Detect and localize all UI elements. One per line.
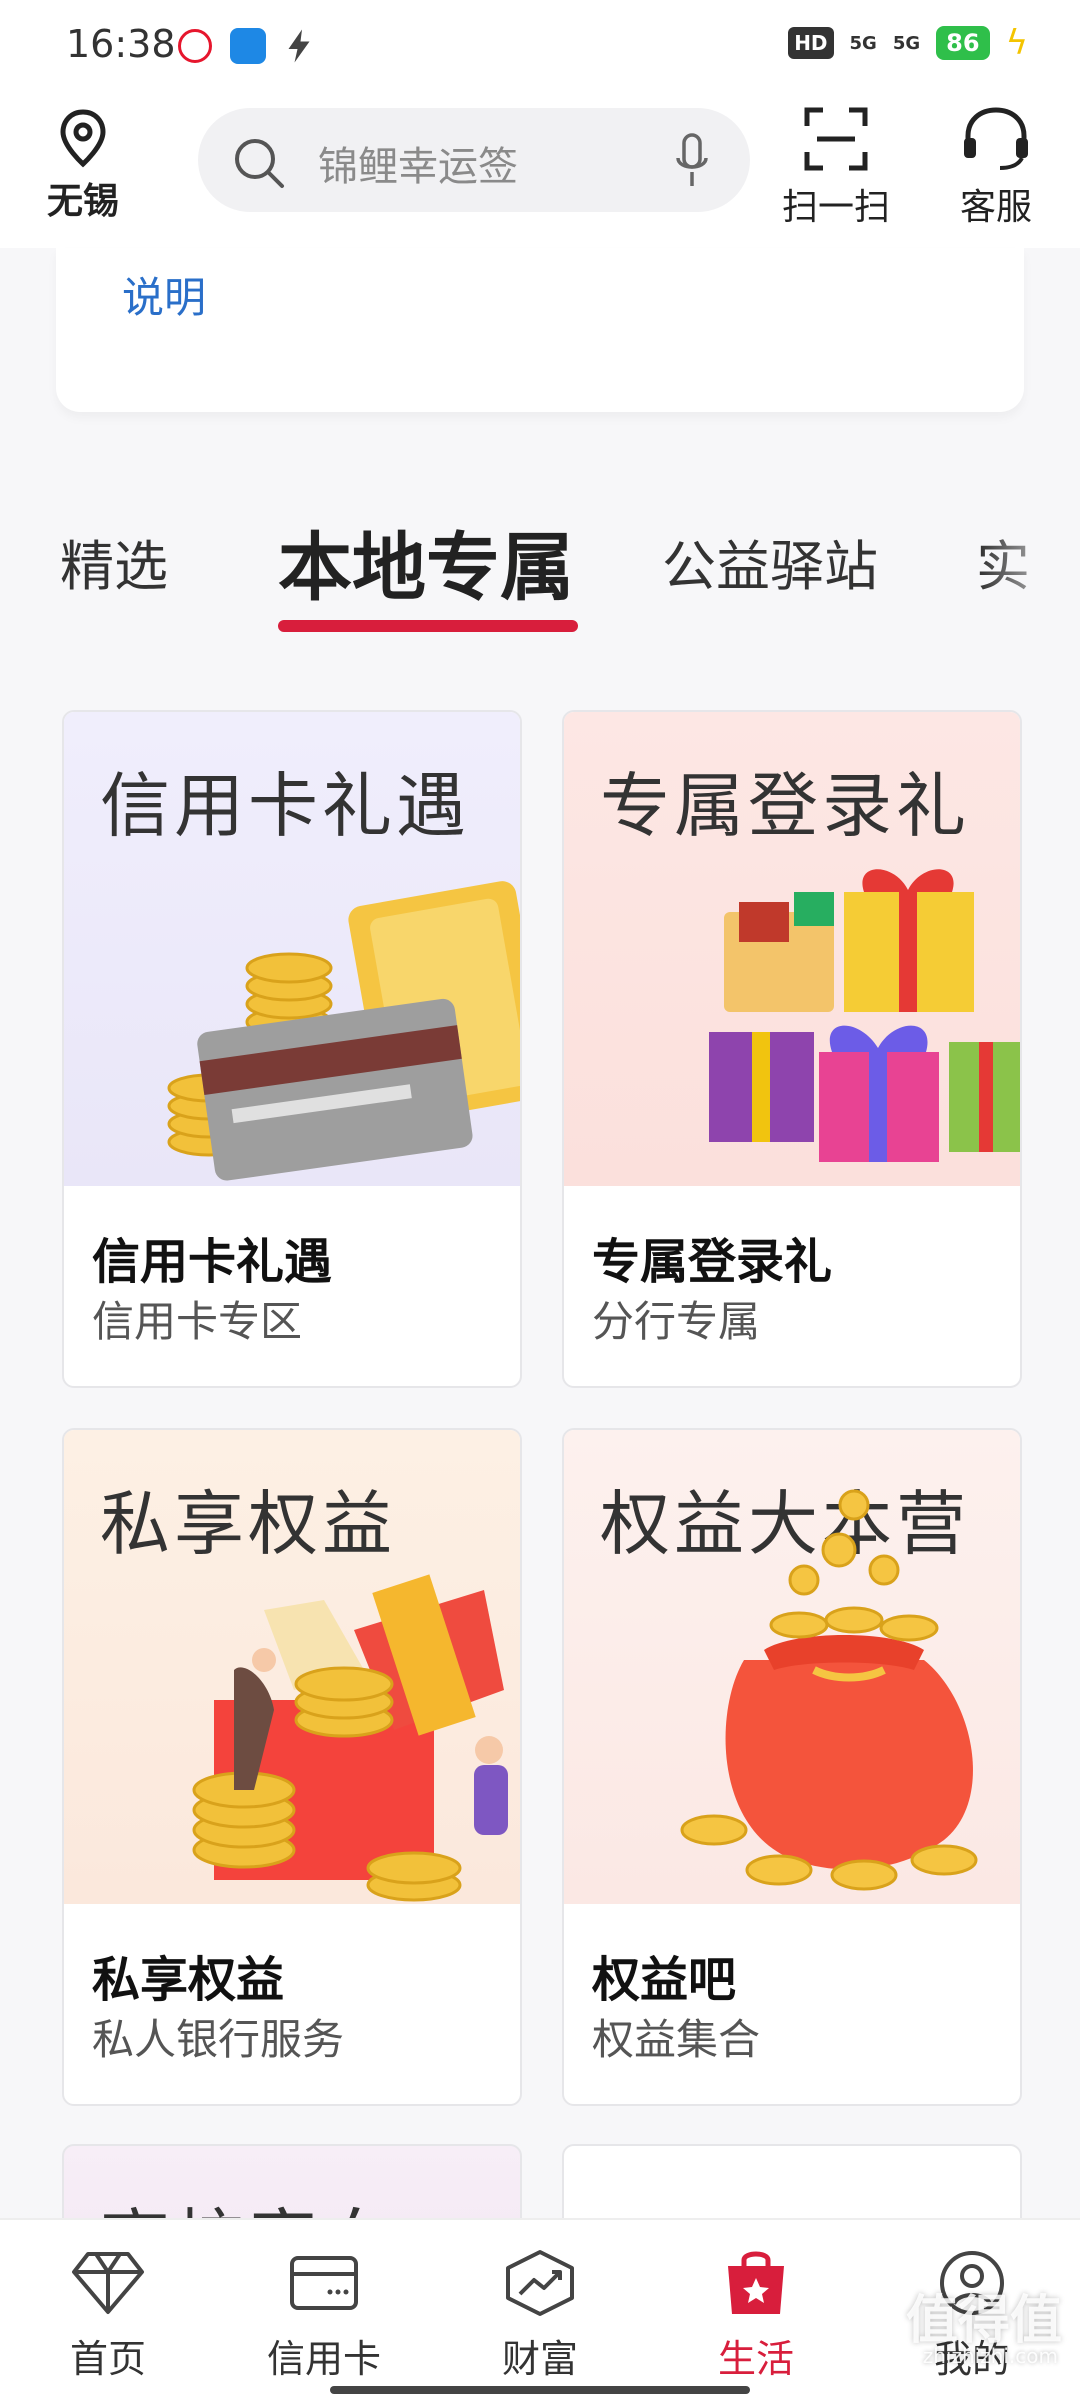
e-app-icon	[230, 28, 266, 64]
scan-label: 扫一扫	[781, 187, 890, 228]
credit-card-icon	[290, 2256, 358, 2310]
info-card: 说明	[56, 248, 1024, 412]
card-title: 信用卡礼遇	[92, 1234, 333, 1290]
headset-icon	[964, 107, 1028, 170]
active-tab-indicator	[278, 620, 578, 632]
gift-boxes-image	[709, 869, 1020, 1162]
rights-bar-card[interactable]: 权益大本营 权益吧 权益集合	[562, 1428, 1022, 2106]
signal-icon: 5G	[849, 32, 877, 54]
hd-icon: HD	[788, 27, 834, 59]
rights-hub-illustration: 权益大本营	[564, 1430, 1020, 1904]
tab-local-exclusive[interactable]: 本地专属	[278, 508, 574, 615]
tab-featured[interactable]: 精选	[60, 522, 168, 601]
service-label: 客服	[959, 187, 1032, 228]
home-indicator[interactable]	[330, 2386, 750, 2394]
nav-wealth[interactable]: 财富	[460, 2248, 620, 2383]
shopping-bag-icon	[728, 2251, 784, 2314]
nav-label: 首页	[69, 2337, 146, 2381]
status-time: 16:38	[66, 22, 176, 66]
microphone-icon[interactable]	[674, 132, 710, 190]
nav-label: 财富	[501, 2337, 578, 2381]
private-rights-illustration: 私享权益	[64, 1430, 520, 1904]
credit-card-illustration: 信用卡礼遇	[64, 712, 520, 1186]
gift-illustration: 专属登录礼	[564, 712, 1020, 1186]
card-subtitle: 分行专属	[592, 1297, 761, 1346]
search-bar[interactable]: 锦鲤幸运签	[198, 108, 750, 212]
nav-label: 信用卡	[266, 2337, 381, 2381]
tab-charity-station[interactable]: 公益驿站	[662, 522, 878, 601]
nav-credit-card[interactable]: 信用卡	[244, 2248, 404, 2383]
money-bag-image	[680, 1489, 978, 1891]
category-tabs: 精选 本地专属 公益驿站 实	[0, 498, 1080, 638]
treasure-box-image	[192, 1574, 508, 1902]
card-title: 专属登录礼	[592, 1234, 833, 1290]
card-title: 权益吧	[592, 1952, 737, 2008]
customer-service-button[interactable]: 客服	[936, 104, 1056, 230]
explain-link[interactable]: 说明	[122, 264, 206, 325]
nav-label: 生活	[717, 2337, 794, 2381]
status-right: HD 5G 5G 86 ϟ	[788, 26, 1028, 60]
signal-icon-2: 5G	[892, 32, 921, 54]
scan-button[interactable]: 扫一扫	[776, 104, 896, 230]
private-rights-card[interactable]: 私享权益 私享权益 私人银行服务	[62, 1428, 522, 2106]
location-selector[interactable]: 无锡	[38, 108, 128, 224]
nav-home[interactable]: 首页	[28, 2248, 188, 2383]
bolt-icon	[288, 29, 310, 63]
location-pin-icon	[60, 109, 106, 168]
watermark: 值得值	[905, 2291, 1062, 2351]
exclusive-login-gift-card[interactable]: 专属登录礼 专属登录礼 分行专属	[562, 710, 1022, 1388]
card-subtitle: 私人银行服务	[92, 2015, 345, 2064]
card-title: 私享权益	[92, 1952, 285, 2008]
search-icon	[235, 139, 284, 188]
card-subtitle: 信用卡专区	[92, 1297, 303, 1346]
status-notifications	[178, 28, 314, 64]
status-bar: 16:38 HD 5G 5G 86 ϟ	[0, 0, 1080, 96]
wealth-chart-icon	[506, 2250, 574, 2316]
scan-icon	[804, 107, 868, 171]
nav-life[interactable]: 生活	[676, 2248, 836, 2383]
charging-icon: ϟ	[1005, 23, 1028, 63]
location-label: 无锡	[46, 181, 119, 222]
credit-card-offers-card[interactable]: 信用卡礼遇 信用卡礼遇 信用卡专区	[62, 710, 522, 1388]
card-subtitle: 权益集合	[592, 2015, 761, 2064]
weibo-icon	[178, 29, 212, 63]
header: 无锡 锦鲤幸运签 扫一扫 客服	[0, 96, 1080, 248]
tab-fade	[980, 498, 1080, 638]
diamond-icon	[72, 2252, 144, 2314]
search-placeholder: 锦鲤幸运签	[318, 144, 518, 190]
coins-and-cards-image	[167, 881, 520, 1181]
watermark-sub: zhizhizhi.com	[922, 2344, 1058, 2368]
battery-icon: 86	[936, 26, 990, 60]
